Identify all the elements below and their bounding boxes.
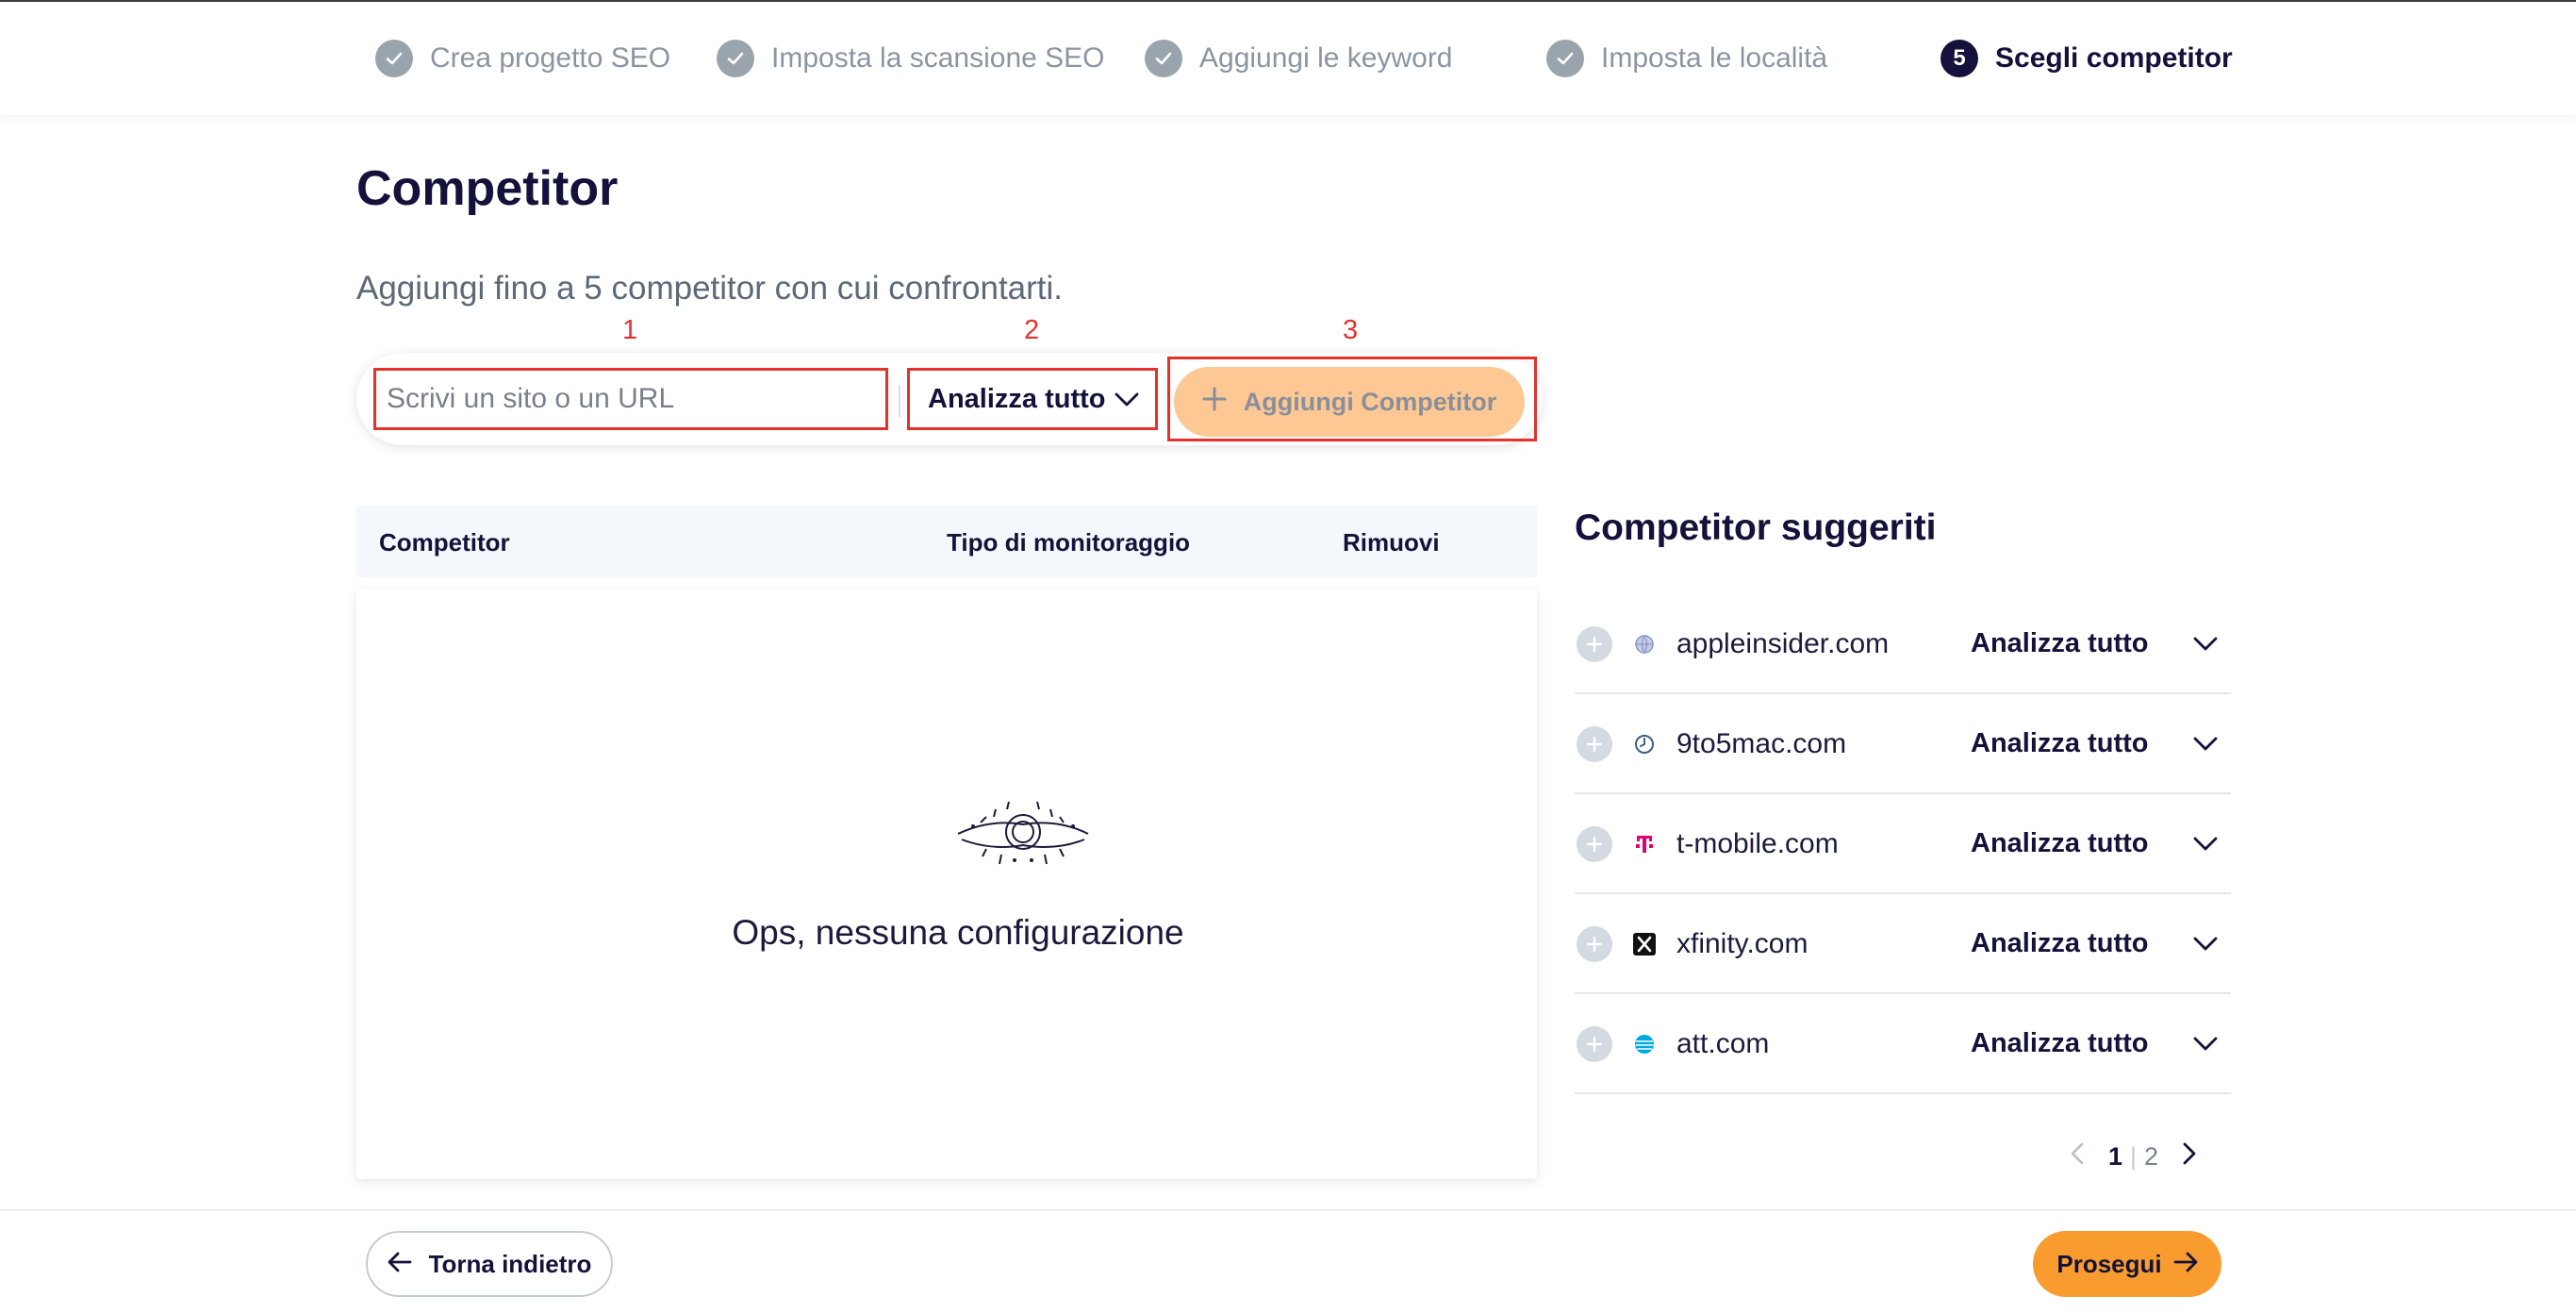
- check-icon: [717, 40, 754, 77]
- add-suggested-icon[interactable]: [1577, 926, 1612, 962]
- step-number-badge: 5: [1940, 40, 1978, 77]
- step-label: Crea progetto SEO: [430, 42, 671, 74]
- arrow-left-icon: [388, 1250, 412, 1279]
- suggested-competitor-row: appleinsider.com Analizza tutto: [1575, 594, 2231, 694]
- suggested-domain: appleinsider.com: [1676, 628, 1890, 659]
- column-header-remove: Rimuovi: [1343, 528, 1440, 557]
- annotation-number-3: 3: [1343, 315, 1359, 345]
- back-button[interactable]: Torna indietro: [366, 1231, 613, 1297]
- suggested-mode: Analizza tutto: [1971, 728, 2149, 758]
- add-competitor-label: Aggiungi Competitor: [1243, 387, 1497, 416]
- back-button-label: Torna indietro: [428, 1249, 592, 1278]
- step-imposta-scansione[interactable]: Imposta la scansione SEO: [717, 38, 1105, 79]
- monitoring-type-select[interactable]: Analizza tutto: [911, 372, 1154, 426]
- add-competitor-button[interactable]: Aggiungi Competitor: [1174, 367, 1525, 437]
- chevron-left-icon[interactable]: [2071, 1142, 2084, 1172]
- input-divider: [899, 385, 900, 417]
- suggested-domain: xfinity.com: [1676, 928, 1808, 959]
- page-title: Competitor: [356, 161, 619, 216]
- arrow-right-icon: [2173, 1250, 2198, 1279]
- step-scegli-competitor[interactable]: 5 Scegli competitor: [1940, 38, 2233, 79]
- add-suggested-icon[interactable]: [1577, 826, 1612, 862]
- step-crea-progetto[interactable]: Crea progetto SEO: [375, 38, 670, 79]
- chevron-down-icon[interactable]: [2188, 626, 2223, 662]
- next-button[interactable]: Prosegui: [2033, 1231, 2221, 1297]
- suggested-competitor-row: att.com Analizza tutto: [1575, 994, 2231, 1094]
- suggested-domain: t-mobile.com: [1676, 828, 1839, 859]
- clock-icon: [1633, 733, 1656, 756]
- next-button-label: Prosegui: [2056, 1249, 2162, 1278]
- x-logo-icon: [1633, 933, 1656, 956]
- add-suggested-icon[interactable]: [1577, 1026, 1612, 1062]
- chevron-down-icon[interactable]: [2188, 726, 2223, 762]
- step-imposta-localita[interactable]: Imposta le località: [1546, 38, 1827, 79]
- check-icon: [375, 40, 413, 77]
- suggested-domain: att.com: [1676, 1028, 1770, 1059]
- empty-state-text: Ops, nessuna configurazione: [732, 913, 1184, 952]
- page-subtitle: Aggiungi fino a 5 competitor con cui con…: [356, 270, 1064, 307]
- chevron-right-icon[interactable]: [2183, 1142, 2196, 1172]
- step-label: Imposta le località: [1601, 42, 1828, 74]
- column-header-monitoring-type: Tipo di monitoraggio: [947, 528, 1191, 557]
- att-globe-icon: [1633, 1033, 1656, 1055]
- suggested-mode: Analizza tutto: [1971, 628, 2149, 658]
- suggested-competitor-row: 9to5mac.com Analizza tutto: [1575, 694, 2231, 794]
- stepper-bar: Crea progetto SEO Imposta la scansione S…: [0, 0, 2576, 115]
- competitor-url-input[interactable]: [377, 372, 884, 426]
- empty-state-illustration: [952, 798, 1094, 870]
- suggested-pagination: 1 | 2: [2071, 1138, 2196, 1175]
- suggested-domain: 9to5mac.com: [1676, 728, 1847, 759]
- select-value: Analizza tutto: [928, 383, 1106, 414]
- competitor-table-body: [356, 589, 1537, 1179]
- plus-icon: [1202, 387, 1227, 418]
- competitor-table-header: Competitor Tipo di monitoraggio Rimuovi: [356, 506, 1537, 577]
- check-icon: [1546, 40, 1584, 77]
- step-label: Aggiungi le keyword: [1199, 42, 1453, 74]
- suggested-mode: Analizza tutto: [1971, 928, 2149, 958]
- suggested-competitor-row: t-mobile.com Analizza tutto: [1575, 794, 2231, 894]
- annotation-number-2: 2: [1024, 315, 1040, 345]
- column-header-competitor: Competitor: [379, 528, 510, 557]
- chevron-down-icon[interactable]: [2188, 926, 2223, 962]
- chevron-down-icon[interactable]: [2188, 826, 2223, 862]
- page-2[interactable]: 2: [2144, 1142, 2158, 1172]
- add-suggested-icon[interactable]: [1577, 626, 1612, 662]
- step-label: Imposta la scansione SEO: [771, 42, 1105, 74]
- page-1[interactable]: 1: [2108, 1142, 2122, 1172]
- step-label: Scegli competitor: [1995, 42, 2233, 74]
- annotation-number-1: 1: [622, 315, 638, 345]
- chevron-down-icon[interactable]: [2188, 1026, 2223, 1062]
- page-separator: |: [2130, 1141, 2138, 1171]
- suggested-competitor-row: xfinity.com Analizza tutto: [1575, 894, 2231, 994]
- check-icon: [1145, 40, 1182, 77]
- globe-icon: [1633, 633, 1656, 656]
- suggested-competitors-title: Competitor suggeriti: [1575, 507, 1937, 548]
- t-mobile-logo-icon: [1633, 833, 1656, 856]
- add-suggested-icon[interactable]: [1577, 726, 1612, 762]
- chevron-down-icon: [1115, 384, 1139, 415]
- step-aggiungi-keyword[interactable]: Aggiungi le keyword: [1145, 38, 1453, 79]
- suggested-mode: Analizza tutto: [1971, 828, 2149, 858]
- suggested-mode: Analizza tutto: [1971, 1028, 2149, 1058]
